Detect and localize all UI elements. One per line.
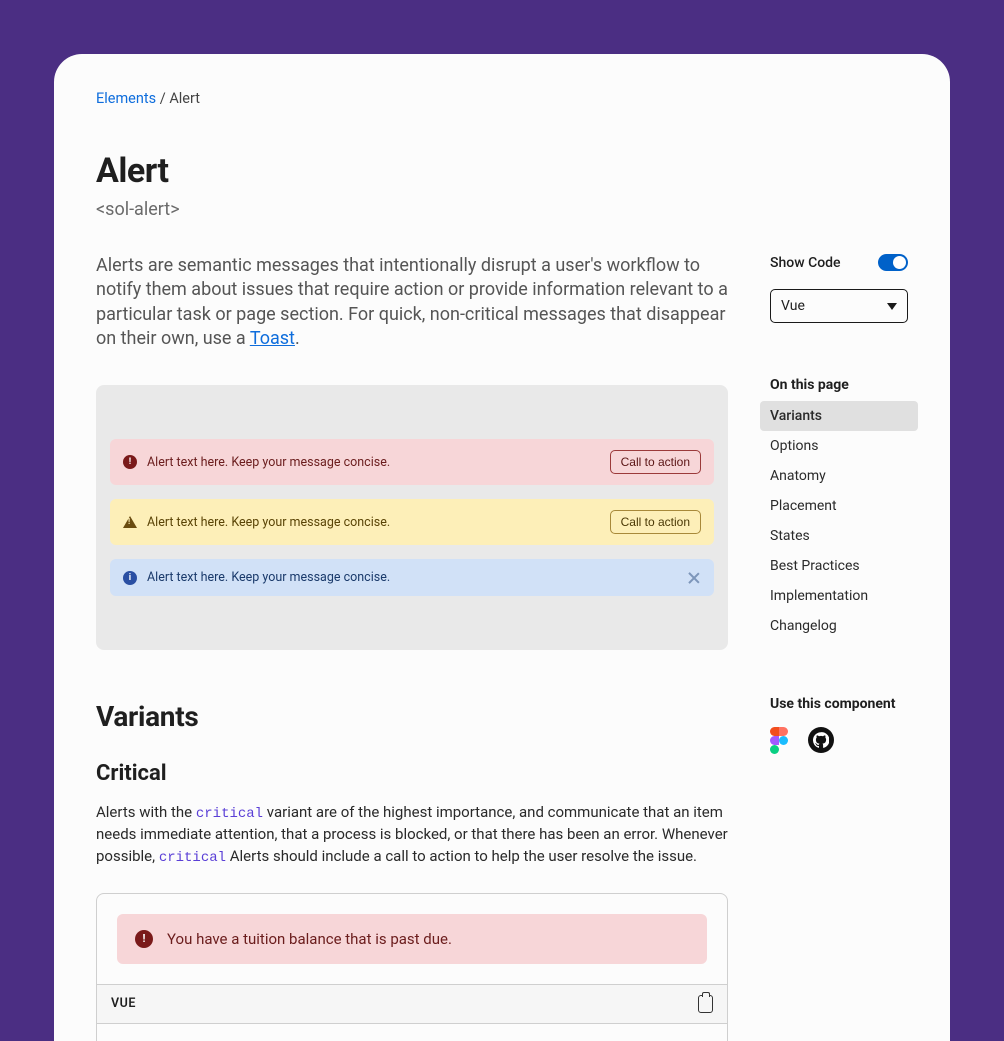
show-code-row: Show Code <box>770 254 908 271</box>
main-column: Alerts are semantic messages that intent… <box>96 254 728 1041</box>
error-icon: ! <box>123 455 137 469</box>
alert-text: Alert text here. Keep your message conci… <box>147 570 677 585</box>
demo-panel: ! Alert text here. Keep your message con… <box>96 385 728 650</box>
lead-text-post: . <box>295 328 300 349</box>
show-code-toggle[interactable] <box>878 254 908 271</box>
breadcrumb-current: Alert <box>169 90 200 107</box>
example-alert-critical: ! You have a tuition balance that is pas… <box>117 914 707 964</box>
alert-cta-button[interactable]: Call to action <box>610 510 701 534</box>
github-icon[interactable] <box>808 727 834 753</box>
component-tag: <sol-alert> <box>96 199 908 220</box>
info-icon: i <box>123 571 137 585</box>
code-language-label: VUE <box>111 996 136 1011</box>
side-column: Show Code Vue On this page Variants Opti… <box>770 254 908 1041</box>
otp-item-states[interactable]: States <box>760 521 918 551</box>
alert-text: Alert text here. Keep your message conci… <box>147 515 600 530</box>
error-icon: ! <box>135 930 153 948</box>
alert-info: i Alert text here. Keep your message con… <box>110 559 714 596</box>
framework-value: Vue <box>781 298 805 314</box>
page-title: Alert <box>96 151 908 191</box>
critical-description: Alerts with the critical variant are of … <box>96 802 728 868</box>
close-icon[interactable] <box>687 571 701 585</box>
otp-item-implementation[interactable]: Implementation <box>760 581 918 611</box>
otp-item-options[interactable]: Options <box>760 431 918 461</box>
chevron-down-icon <box>887 303 897 310</box>
alert-warning: Alert text here. Keep your message conci… <box>110 499 714 545</box>
alert-critical: ! Alert text here. Keep your message con… <box>110 439 714 485</box>
code-critical: critical <box>159 850 226 866</box>
subsection-heading-critical: Critical <box>96 761 728 786</box>
use-component-title: Use this component <box>770 695 908 713</box>
alert-text: Alert text here. Keep your message conci… <box>147 455 600 470</box>
alert-cta-button[interactable]: Call to action <box>610 450 701 474</box>
code-body-peek <box>97 1024 727 1041</box>
warning-icon <box>123 516 137 528</box>
on-this-page-list: Variants Options Anatomy Placement State… <box>770 401 908 641</box>
breadcrumb-sep: / <box>160 90 166 107</box>
otp-item-anatomy[interactable]: Anatomy <box>760 461 918 491</box>
otp-item-best-practices[interactable]: Best Practices <box>760 551 918 581</box>
show-code-label: Show Code <box>770 255 841 271</box>
doc-card: Elements / Alert Alert <sol-alert> Alert… <box>54 54 950 1041</box>
otp-item-placement[interactable]: Placement <box>760 491 918 521</box>
on-this-page-title: On this page <box>770 377 908 393</box>
example-alert-text: You have a tuition balance that is past … <box>167 930 452 948</box>
copy-icon[interactable] <box>698 995 713 1013</box>
code-header: VUE <box>97 984 727 1024</box>
code-critical: critical <box>196 806 263 822</box>
framework-select[interactable]: Vue <box>770 289 908 323</box>
figma-icon[interactable] <box>770 727 788 753</box>
otp-item-changelog[interactable]: Changelog <box>760 611 918 641</box>
lead-text: Alerts are semantic messages that intent… <box>96 255 728 349</box>
section-heading-variants: Variants <box>96 700 728 733</box>
lead-paragraph: Alerts are semantic messages that intent… <box>96 254 728 351</box>
breadcrumb: Elements / Alert <box>96 90 908 107</box>
breadcrumb-root-link[interactable]: Elements <box>96 90 156 107</box>
toast-link[interactable]: Toast <box>250 328 295 349</box>
example-stage: ! You have a tuition balance that is pas… <box>97 894 727 984</box>
otp-item-variants[interactable]: Variants <box>760 401 918 431</box>
example-panel: ! You have a tuition balance that is pas… <box>96 893 728 1041</box>
